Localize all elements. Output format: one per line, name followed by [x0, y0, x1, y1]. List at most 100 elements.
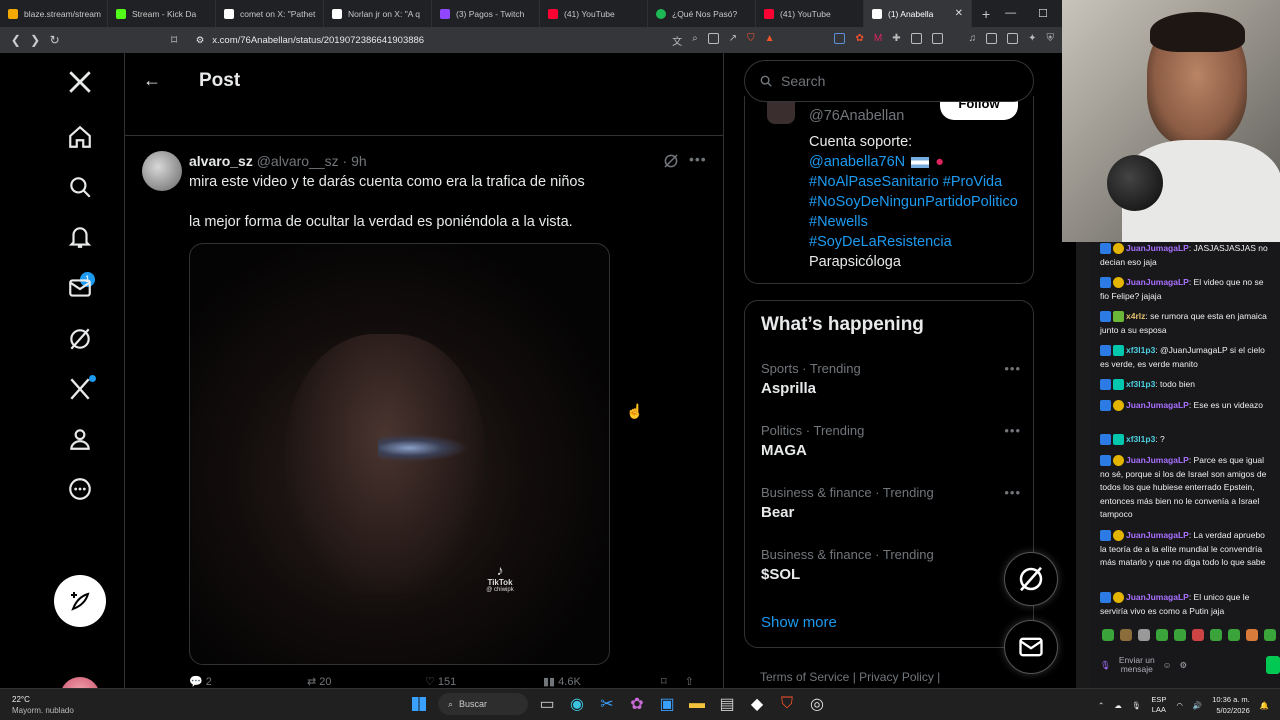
wifi-icon[interactable]: ◠: [1176, 701, 1183, 710]
emote-icon[interactable]: [1138, 629, 1150, 641]
trend-item[interactable]: Sports · Trending Asprilla •••: [761, 361, 1021, 397]
start-button[interactable]: [408, 693, 430, 715]
show-more-link[interactable]: Show more: [761, 614, 837, 631]
browser-tab[interactable]: (3) Pagos - Twitch: [432, 0, 540, 27]
settings-icon[interactable]: ⚙: [1179, 660, 1187, 671]
trend-item[interactable]: Politics · Trending MAGA •••: [761, 423, 1021, 459]
microphone-icon[interactable]: 🎙: [1100, 660, 1111, 671]
trend-item[interactable]: Business & finance · Trending Bear •••: [761, 485, 1021, 521]
reply-author-name[interactable]: alvaro_sz: [189, 153, 253, 169]
store-icon[interactable]: ▣: [656, 693, 678, 715]
extension-icon[interactable]: ✿: [855, 33, 863, 48]
tab-search-icon[interactable]: [910, 32, 922, 44]
notifications-icon[interactable]: [64, 221, 96, 253]
obs-icon[interactable]: ◎: [806, 693, 828, 715]
wallet-icon[interactable]: [1007, 32, 1019, 44]
search-input[interactable]: Search: [744, 60, 1034, 102]
copilot-icon[interactable]: ✿: [626, 693, 648, 715]
emote-icon[interactable]: [1264, 629, 1276, 641]
emote-icon[interactable]: [1120, 629, 1132, 641]
bookmark-icon[interactable]: ⌑: [661, 675, 667, 688]
maximize-icon[interactable]: ☐: [1038, 7, 1048, 20]
messages-floating-button[interactable]: [1004, 620, 1058, 674]
like-button[interactable]: ♡ 151: [425, 675, 543, 688]
share-icon[interactable]: ⇧: [685, 675, 694, 688]
screen-icon[interactable]: [707, 32, 719, 44]
brave-shield-icon[interactable]: ⛉: [747, 33, 755, 48]
minimize-icon[interactable]: —: [1005, 7, 1016, 20]
profile-handle[interactable]: @76Anabellan: [809, 108, 904, 124]
back-icon[interactable]: ❮: [6, 33, 25, 47]
trend-more-icon[interactable]: •••: [1004, 485, 1021, 500]
tab-close-icon[interactable]: ✕: [955, 8, 963, 19]
browser-tab[interactable]: (41) YouTube: [540, 0, 648, 27]
clock[interactable]: 10:36 a. m. 5/02/2026: [1212, 694, 1250, 716]
browser-tab[interactable]: ¿Qué Nos Pasó?: [648, 0, 756, 27]
brave-rewards-icon[interactable]: ▲: [765, 33, 775, 48]
language-indicator[interactable]: ESP LAA: [1151, 695, 1166, 715]
emote-icon[interactable]: [1174, 629, 1186, 641]
views-button[interactable]: ▮▮ 4.6K: [543, 675, 661, 688]
notifications-bell-icon[interactable]: 🔔: [1260, 701, 1269, 710]
file-explorer-icon[interactable]: ▬: [686, 693, 708, 715]
sidebar-toggle-icon[interactable]: [986, 32, 998, 44]
terminal-icon[interactable]: ▤: [716, 693, 738, 715]
explore-icon[interactable]: [64, 171, 96, 203]
emote-picker-icon[interactable]: ☺: [1163, 660, 1172, 670]
reload-icon[interactable]: ↻: [45, 33, 64, 47]
messages-icon[interactable]: [64, 272, 96, 304]
zoom-icon[interactable]: ⌕: [692, 33, 698, 48]
media-icon[interactable]: ♫: [969, 33, 977, 48]
home-icon[interactable]: [64, 121, 96, 153]
brave-icon[interactable]: ⛉: [776, 693, 798, 715]
share-icon[interactable]: ↗: [729, 33, 737, 48]
emote-icon[interactable]: [1246, 629, 1258, 641]
x-logo-icon[interactable]: [64, 66, 96, 98]
bio-hashtags[interactable]: #NoAlPaseSanitario #ProVida: [809, 172, 1024, 192]
emote-icon[interactable]: [1102, 629, 1114, 641]
extension-icon[interactable]: M: [874, 33, 882, 48]
grok-explain-icon[interactable]: [662, 152, 680, 170]
bookmark-icon[interactable]: ⌑: [164, 33, 183, 47]
premium-x-icon[interactable]: [64, 373, 96, 405]
more-options-icon[interactable]: •••: [689, 151, 707, 167]
translate-icon[interactable]: 文: [672, 33, 682, 48]
browser-tab[interactable]: blaze.stream/stream: [0, 0, 108, 27]
profile-avatar[interactable]: [767, 102, 795, 124]
chevron-up-icon[interactable]: ⌃: [1098, 701, 1104, 710]
mic-icon[interactable]: 🎙: [1132, 701, 1142, 710]
weather-widget[interactable]: 22°C Mayorm. nublado: [12, 694, 74, 716]
bio-hashtags[interactable]: #SoyDeLaResistencia: [809, 232, 1024, 252]
snipping-tool-icon[interactable]: ✂: [596, 693, 618, 715]
new-tab-button[interactable]: +: [972, 6, 1000, 22]
capture-icon[interactable]: [931, 32, 943, 44]
profile-icon[interactable]: [64, 423, 96, 455]
compose-post-button[interactable]: [54, 575, 106, 627]
bio-mention-link[interactable]: @anabella76N: [809, 154, 905, 170]
vpn-icon[interactable]: ⛨: [1047, 33, 1055, 48]
epic-games-icon[interactable]: ◆: [746, 693, 768, 715]
reply-author-avatar[interactable]: [142, 151, 182, 191]
extension-icon[interactable]: [834, 32, 846, 44]
task-view-icon[interactable]: ▭: [536, 693, 558, 715]
footer-links[interactable]: Terms of Service | Privacy Policy |: [760, 670, 940, 684]
emote-icon[interactable]: [1228, 629, 1240, 641]
leo-icon[interactable]: ✦: [1028, 33, 1036, 48]
volume-icon[interactable]: 🔊: [1193, 701, 1202, 710]
site-info-icon[interactable]: ⚙: [196, 35, 205, 46]
emote-icon[interactable]: [1192, 629, 1204, 641]
browser-tab-active[interactable]: (1) Anabella ✕: [864, 0, 972, 27]
more-icon[interactable]: [64, 473, 96, 505]
emote-icon[interactable]: [1210, 629, 1222, 641]
browser-tab[interactable]: Norlan jr on X: "A q: [324, 0, 432, 27]
chat-input[interactable]: 🎙 Enviar un mensaje ☺ ⚙: [1100, 651, 1270, 679]
trend-item[interactable]: Business & finance · Trending $SOL: [761, 547, 1021, 583]
forward-icon[interactable]: ❯: [25, 33, 44, 47]
chat-send-button[interactable]: [1266, 656, 1280, 674]
emote-icon[interactable]: [1156, 629, 1168, 641]
extensions-puzzle-icon[interactable]: ✚: [892, 33, 900, 48]
video-media[interactable]: ♪ TikTok @ chiwipk: [189, 243, 610, 665]
browser-tab[interactable]: (41) YouTube: [756, 0, 864, 27]
reply-author-handle[interactable]: @alvaro__sz: [257, 153, 339, 169]
repost-button[interactable]: ⇄ 20: [307, 675, 425, 688]
